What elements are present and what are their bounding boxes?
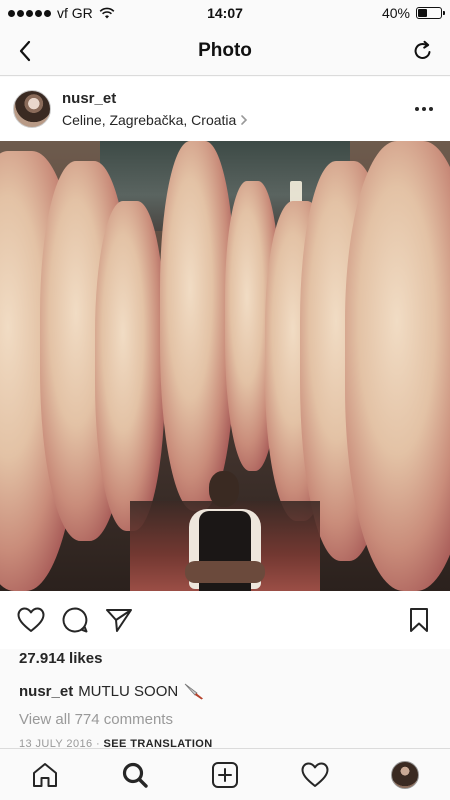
- tab-bar: [0, 748, 450, 800]
- back-button[interactable]: [12, 38, 38, 64]
- post-meta: 13 JULY 2016 · SEE TRANSLATION: [19, 738, 213, 747]
- carcass: [345, 141, 450, 591]
- search-icon: [122, 762, 148, 788]
- battery-icon: [416, 7, 445, 19]
- share-button[interactable]: [104, 605, 134, 635]
- activity-heart-icon: [301, 762, 329, 787]
- status-right: 40%: [381, 5, 445, 21]
- tab-profile[interactable]: [387, 757, 423, 793]
- knife-emoji-icon: [184, 683, 204, 700]
- bookmark-icon: [410, 608, 428, 632]
- caption-text: MUTLU SOON: [78, 682, 179, 700]
- location-label: Celine, Zagrebačka, Croatia: [62, 112, 237, 128]
- post-location[interactable]: Celine, Zagrebačka, Croatia: [62, 112, 411, 128]
- meta-separator: ·: [95, 738, 101, 747]
- battery-fill: [418, 9, 427, 17]
- add-post-icon: [212, 761, 238, 788]
- tab-home[interactable]: [27, 757, 63, 793]
- heart-icon: [17, 607, 45, 632]
- person-arms: [185, 561, 265, 583]
- photo-person: [185, 461, 265, 591]
- more-dot-icon: [415, 107, 419, 111]
- person-head: [209, 471, 239, 507]
- carrier-name: vf GR: [57, 5, 93, 21]
- post-photo[interactable]: [0, 141, 450, 591]
- post-date: 13 JULY 2016: [19, 738, 93, 747]
- battery-percent: 40%: [381, 5, 410, 21]
- tab-activity[interactable]: [297, 757, 333, 793]
- nav-bar: Photo: [0, 26, 450, 76]
- post-caption: nusr_et MUTLU SOON: [19, 682, 205, 700]
- comment-icon: [62, 607, 88, 633]
- more-options-button[interactable]: [411, 99, 437, 119]
- share-icon: [106, 609, 132, 632]
- refresh-icon: [414, 40, 431, 59]
- bookmark-button[interactable]: [404, 605, 434, 635]
- page-title: Photo: [198, 39, 252, 61]
- see-translation-link[interactable]: SEE TRANSLATION: [104, 738, 213, 747]
- signal-strength-icon: [8, 9, 51, 17]
- tab-search[interactable]: [117, 757, 153, 793]
- wifi-icon: [99, 7, 115, 19]
- more-dot-icon: [429, 107, 433, 111]
- view-all-comments-link[interactable]: View all 774 comments: [19, 711, 173, 728]
- avatar[interactable]: [13, 90, 51, 128]
- likes-count[interactable]: 27.914 likes: [19, 650, 102, 667]
- home-icon: [33, 762, 57, 787]
- chevron-left-icon: [19, 40, 31, 62]
- more-dot-icon: [422, 107, 426, 111]
- carcass: [160, 141, 235, 511]
- post-header: nusr_et Celine, Zagrebačka, Croatia: [0, 77, 450, 141]
- post-username[interactable]: nusr_et: [62, 90, 411, 107]
- status-bar: vf GR 14:07 40%: [0, 0, 450, 26]
- refresh-button[interactable]: [410, 38, 436, 64]
- photo-light: [290, 181, 302, 203]
- caption-username[interactable]: nusr_et: [19, 683, 73, 700]
- status-left: vf GR: [8, 5, 115, 21]
- profile-avatar: [391, 760, 419, 789]
- post-header-text: nusr_et Celine, Zagrebačka, Croatia: [62, 90, 411, 128]
- carcass: [95, 201, 165, 531]
- like-button[interactable]: [16, 605, 46, 635]
- comment-button[interactable]: [60, 605, 90, 635]
- post-actions: [0, 591, 450, 649]
- tab-add-post[interactable]: [207, 757, 243, 793]
- chevron-right-icon: [241, 115, 248, 125]
